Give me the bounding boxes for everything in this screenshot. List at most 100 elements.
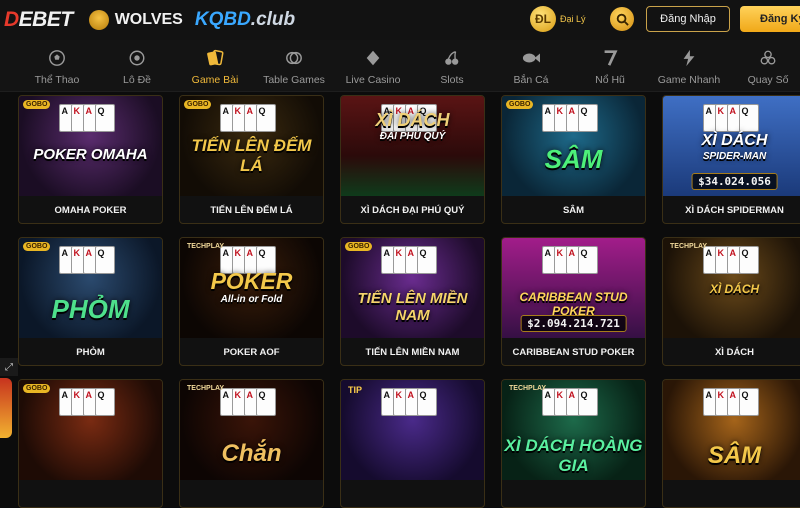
game-name: XÌ DÁCH — [714, 347, 755, 358]
game-name — [663, 480, 800, 507]
provider-tag: TIP — [348, 385, 363, 395]
nav-item-label: Quay Số — [747, 74, 789, 86]
thumbnail-title: POKER OMAHA — [33, 146, 148, 163]
lightning-icon — [679, 48, 699, 68]
nav-item-lô-đề[interactable]: Lô Đề — [97, 40, 177, 92]
playing-cards-art: AKAQ — [702, 246, 759, 274]
provider-tag: GOBO — [345, 242, 373, 251]
debet-logo-text: EBET — [18, 8, 74, 31]
thumbnail-title: SÂM — [707, 442, 762, 469]
game-card[interactable]: A K A Q TIP — [340, 379, 485, 508]
nav-item-table-games[interactable]: Table Games — [254, 40, 334, 92]
game-card[interactable]: A K A Q TECHPLAY Chắn — [179, 379, 324, 508]
game-card[interactable]: A K A Q GOBO PHỎM PHỎM — [18, 237, 163, 366]
game-card[interactable]: A K A Q TECHPLAY POKER All-in or Fold POKER AOF — [179, 237, 324, 366]
game-name: SÂM — [562, 205, 585, 216]
game-card[interactable]: A K A Q TECHPLAY XÌ DÁCH XÌ DÁCH — [662, 237, 800, 366]
nav-item-nổ-hũ[interactable]: Nổ Hũ — [570, 40, 650, 92]
top-bar: DEBET WOLVES KQBD.club ĐL Đại Lý Đăng Nh… — [0, 0, 800, 40]
game-thumbnail: A K A Q CARIBBEAN STUD POKER $2.094.214.721 — [502, 238, 645, 338]
game-grid: A K A Q GOBO POKER OMAHA OMAHA POKER A K A Q GOBO TI… — [0, 92, 800, 508]
provider-tag: TECHPLAY — [670, 243, 708, 250]
agent-button[interactable]: ĐL Đại Lý — [530, 6, 590, 32]
playing-cards-art: AKAQ — [58, 246, 115, 274]
playing-cards-art: AKAQ — [380, 388, 437, 416]
thumbnail-title: XÌ DÁCH HOÀNG GIA — [504, 436, 643, 475]
game-thumbnail: A K A Q XÌ DÁCH ĐẠI PHÚ QUÝ — [341, 96, 484, 196]
provider-tag: TECHPLAY — [187, 243, 225, 250]
login-button[interactable]: Đăng Nhập — [646, 6, 730, 32]
register-button[interactable]: Đăng Ký — [740, 6, 800, 32]
provider-tag: GOBO — [23, 384, 51, 393]
nav-item-label: Bắn Cá — [513, 74, 549, 86]
game-card[interactable]: A K A Q GOBO — [18, 379, 163, 508]
side-promo-tab[interactable] — [0, 378, 12, 438]
playing-cards-art: AKAQ — [58, 104, 115, 132]
thumbnail-title: CARIBBEAN STUD POKER — [519, 290, 628, 318]
game-card[interactable]: A K A Q GOBO SÂM SÂM — [501, 95, 646, 224]
thumbnail-title: TIẾN LÊN ĐẾM LÁ — [191, 136, 312, 175]
soccer-ball-icon — [47, 48, 67, 68]
playing-cards-art: AKAQ — [219, 388, 276, 416]
game-name: CARIBBEAN STUD POKER — [512, 347, 635, 358]
playing-cards-art: AKAQ — [702, 388, 759, 416]
thumbnail-title: XÌ DÁCH — [701, 132, 768, 149]
wolves-logo-text: WOLVES — [114, 11, 183, 28]
thumbnail-title: XÌ DÁCH — [375, 110, 450, 130]
search-button[interactable] — [610, 7, 634, 31]
game-thumbnail: A K A Q TECHPLAY Chắn — [180, 380, 323, 480]
game-thumbnail: A K A Q GOBO TIẾN LÊN MIỀN NAM — [341, 238, 484, 338]
provider-tag: GOBO — [23, 242, 51, 251]
expand-icon[interactable]: ⤢ — [0, 358, 18, 376]
game-thumbnail: A K A Q GOBO SÂM — [502, 96, 645, 196]
nav-item-label: Nổ Hũ — [595, 74, 625, 86]
debet-logo[interactable]: DEBET — [4, 8, 73, 32]
game-card[interactable]: A K A Q TECHPLAY XÌ DÁCH HOÀNG GIA — [501, 379, 646, 508]
game-card[interactable]: A K A Q CARIBBEAN STUD POKER $2.094.214.721 CA… — [501, 237, 646, 366]
game-name: OMAHA POKER — [54, 205, 127, 216]
nav-item-slots[interactable]: Slots — [412, 40, 492, 92]
thumbnail-subtitle: All-in or Fold — [220, 294, 283, 305]
nav-item-label: Live Casino — [345, 74, 401, 86]
nav-item-quay-số[interactable]: Quay Số — [728, 40, 800, 92]
playing-cards-art: AKAQ — [541, 246, 598, 274]
thumbnail-title: PHỎM — [51, 294, 130, 324]
nav-item-bắn-cá[interactable]: Bắn Cá — [491, 40, 571, 92]
game-card[interactable]: A K A Q XÌ DÁCH SPIDER-MAN $34.024.056 XÌ DÁCH … — [662, 95, 800, 224]
thumbnail-title: SÂM — [544, 144, 603, 174]
game-name — [502, 480, 645, 507]
game-thumbnail: A K A Q GOBO — [19, 380, 162, 480]
game-name — [19, 480, 162, 507]
game-card[interactable]: A K A Q GOBO POKER OMAHA OMAHA POKER — [18, 95, 163, 224]
game-name: PHỎM — [76, 347, 105, 358]
thumbnail-subtitle: ĐẠI PHÚ QUÝ — [379, 131, 446, 142]
game-name: POKER AOF — [223, 347, 280, 358]
game-thumbnail: A K A Q XÌ DÁCH SPIDER-MAN $34.024.056 — [663, 96, 800, 196]
thumbnail-title: Chắn — [221, 440, 282, 467]
provider-tag: TECHPLAY — [187, 385, 225, 392]
fish-icon — [521, 48, 541, 68]
cherry-icon — [442, 48, 462, 68]
nav-item-label: Table Games — [263, 74, 325, 86]
kqbd-logo[interactable]: KQBD.club — [195, 9, 295, 31]
game-name: TIẾN LÊN ĐẾM LÁ — [210, 205, 293, 216]
nav-item-live-casino[interactable]: Live Casino — [333, 40, 413, 92]
thumbnail-title: XÌ DÁCH — [709, 282, 760, 296]
thumbnail-title: POKER — [210, 268, 293, 294]
diamond-icon — [363, 48, 383, 68]
nav-item-game-nhanh[interactable]: Game Nhanh — [649, 40, 729, 92]
playing-cards-art: AKAQ — [541, 104, 598, 132]
nav-item-thể-thao[interactable]: Thể Thao — [17, 40, 97, 92]
playing-cards-art: AKAQ — [541, 388, 598, 416]
game-card[interactable]: A K A Q GOBO TIẾN LÊN ĐẾM LÁ TIẾN LÊN ĐẾM LÁ — [179, 95, 324, 224]
game-card[interactable]: A K A Q SÂM — [662, 379, 800, 508]
game-card[interactable]: A K A Q GOBO TIẾN LÊN MIỀN NAM TIẾN LÊN MIỀN N… — [340, 237, 485, 366]
wolves-logo[interactable]: WOLVES — [88, 10, 183, 30]
game-thumbnail: A K A Q GOBO PHỎM — [19, 238, 162, 338]
thumbnail-title: TIẾN LÊN MIỀN NAM — [357, 290, 468, 324]
game-card[interactable]: A K A Q XÌ DÁCH ĐẠI PHÚ QUÝ XÌ DÁCH ĐẠI PHÚ QU… — [340, 95, 485, 224]
playing-cards-art: AKAQ — [58, 388, 115, 416]
provider-tag: GOBO — [184, 100, 212, 109]
thumbnail-subtitle: SPIDER-MAN — [702, 151, 767, 162]
nav-item-game-bài[interactable]: Game Bài — [175, 40, 255, 92]
